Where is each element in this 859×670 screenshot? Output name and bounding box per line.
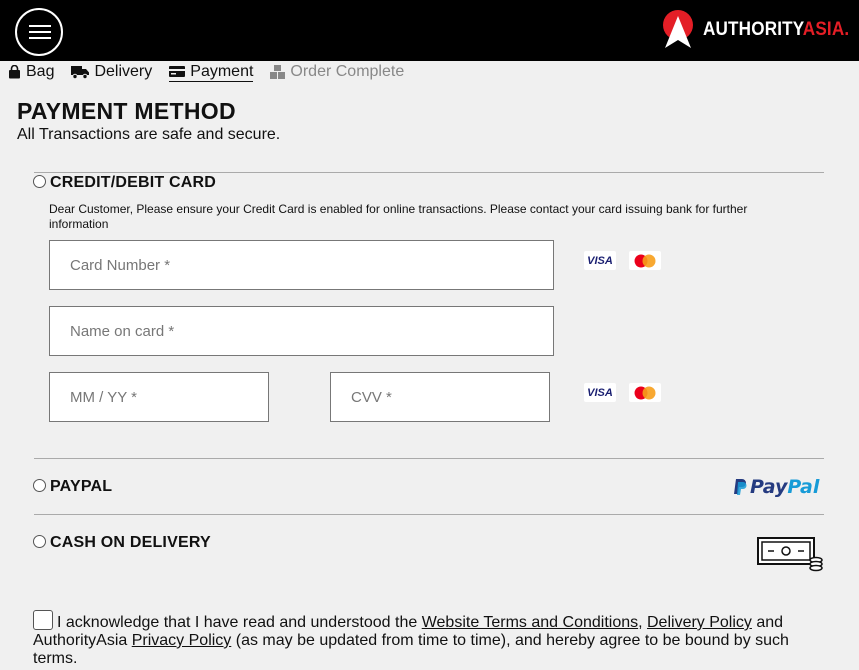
- expiry-input[interactable]: MM / YY *: [49, 372, 269, 422]
- boxes-icon: [270, 65, 286, 79]
- mastercard-icon: [629, 251, 661, 270]
- paypal-p-icon: [734, 479, 747, 495]
- page-subtitle: All Transactions are safe and secure.: [17, 126, 281, 143]
- name-on-card-input[interactable]: Name on card *: [49, 306, 554, 356]
- step-order-complete[interactable]: Order Complete: [270, 63, 404, 81]
- privacy-policy-link[interactable]: Privacy Policy: [132, 632, 232, 649]
- credit-card-notice: Dear Customer, Please ensure your Credit…: [49, 202, 748, 231]
- visa-icon: VISA: [584, 251, 616, 270]
- cash-icon: [757, 537, 823, 572]
- hamburger-menu-icon[interactable]: [15, 8, 63, 56]
- mastercard-icon: [629, 383, 661, 402]
- paypal-logo: Pay Pal: [733, 476, 819, 498]
- paypal-radio[interactable]: [33, 479, 46, 492]
- credit-card-label[interactable]: CREDIT/DEBIT CARD: [50, 174, 216, 192]
- website-terms-link[interactable]: Website Terms and Conditions: [422, 614, 638, 631]
- step-bag[interactable]: Bag: [8, 63, 54, 81]
- step-payment[interactable]: Payment: [169, 62, 254, 82]
- cod-label[interactable]: CASH ON DELIVERY: [50, 534, 211, 552]
- logo-text: AUTHORITYASIA.: [703, 19, 850, 40]
- delivery-policy-link[interactable]: Delivery Policy: [647, 614, 752, 631]
- divider: [34, 514, 824, 515]
- step-delivery[interactable]: Delivery: [71, 63, 152, 81]
- page-title: PAYMENT METHOD: [17, 98, 236, 124]
- top-bar: AUTHORITYASIA.: [0, 0, 859, 61]
- cod-radio[interactable]: [33, 535, 46, 548]
- step-label: Order Complete: [290, 63, 405, 80]
- checkout-steps: Bag Delivery Payment Order Complete: [8, 62, 421, 82]
- step-label: Payment: [190, 62, 254, 80]
- divider: [34, 172, 824, 173]
- credit-card-icon: [169, 66, 186, 77]
- visa-icon: VISA: [584, 383, 616, 402]
- step-label: Bag: [26, 63, 55, 80]
- terms-text: I acknowledge that I have read and under…: [33, 614, 789, 667]
- truck-icon: [71, 66, 90, 79]
- divider: [34, 458, 824, 459]
- step-label: Delivery: [94, 63, 153, 80]
- card-number-input[interactable]: Card Number *: [49, 240, 554, 290]
- cvv-input[interactable]: CVV *: [330, 372, 550, 422]
- credit-card-radio[interactable]: [33, 175, 46, 188]
- authority-asia-logo[interactable]: AUTHORITYASIA.: [661, 10, 859, 50]
- bag-icon: [9, 65, 20, 79]
- logo-mark-icon: [663, 10, 693, 48]
- paypal-label[interactable]: PAYPAL: [50, 478, 112, 496]
